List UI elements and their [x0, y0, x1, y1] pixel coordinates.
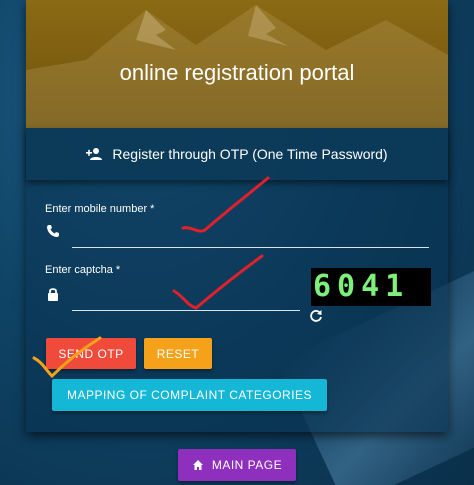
send-otp-button[interactable]: SEND OTP [46, 338, 136, 369]
banner: online registration portal [26, 0, 448, 128]
registration-card: online registration portal Register thro… [26, 0, 448, 432]
mobile-number-label: Enter mobile number * [45, 203, 155, 215]
captcha-label: Enter captcha * [45, 264, 121, 276]
main-page-button[interactable]: MAIN PAGE [178, 449, 296, 481]
mapping-complaint-categories-button[interactable]: MAPPING OF COMPLAINT CATEGORIES [52, 379, 327, 411]
captcha-image: 6041 [311, 268, 431, 306]
main-page-label: MAIN PAGE [211, 458, 283, 472]
mobile-number-underline [72, 247, 429, 248]
lock-icon [48, 288, 58, 301]
page-title: online registration portal [119, 60, 355, 85]
subheader-text: Register through OTP (One Time Password) [112, 146, 388, 162]
mobile-number-input[interactable] [72, 226, 428, 246]
person-add-icon [86, 148, 103, 160]
home-icon [192, 460, 203, 470]
captcha-underline [72, 310, 300, 311]
captcha-input[interactable] [72, 288, 300, 308]
phone-icon [47, 225, 59, 237]
reset-button[interactable]: RESET [144, 338, 212, 369]
otp-subheader: Register through OTP (One Time Password) [26, 128, 448, 180]
refresh-icon[interactable] [309, 309, 323, 323]
